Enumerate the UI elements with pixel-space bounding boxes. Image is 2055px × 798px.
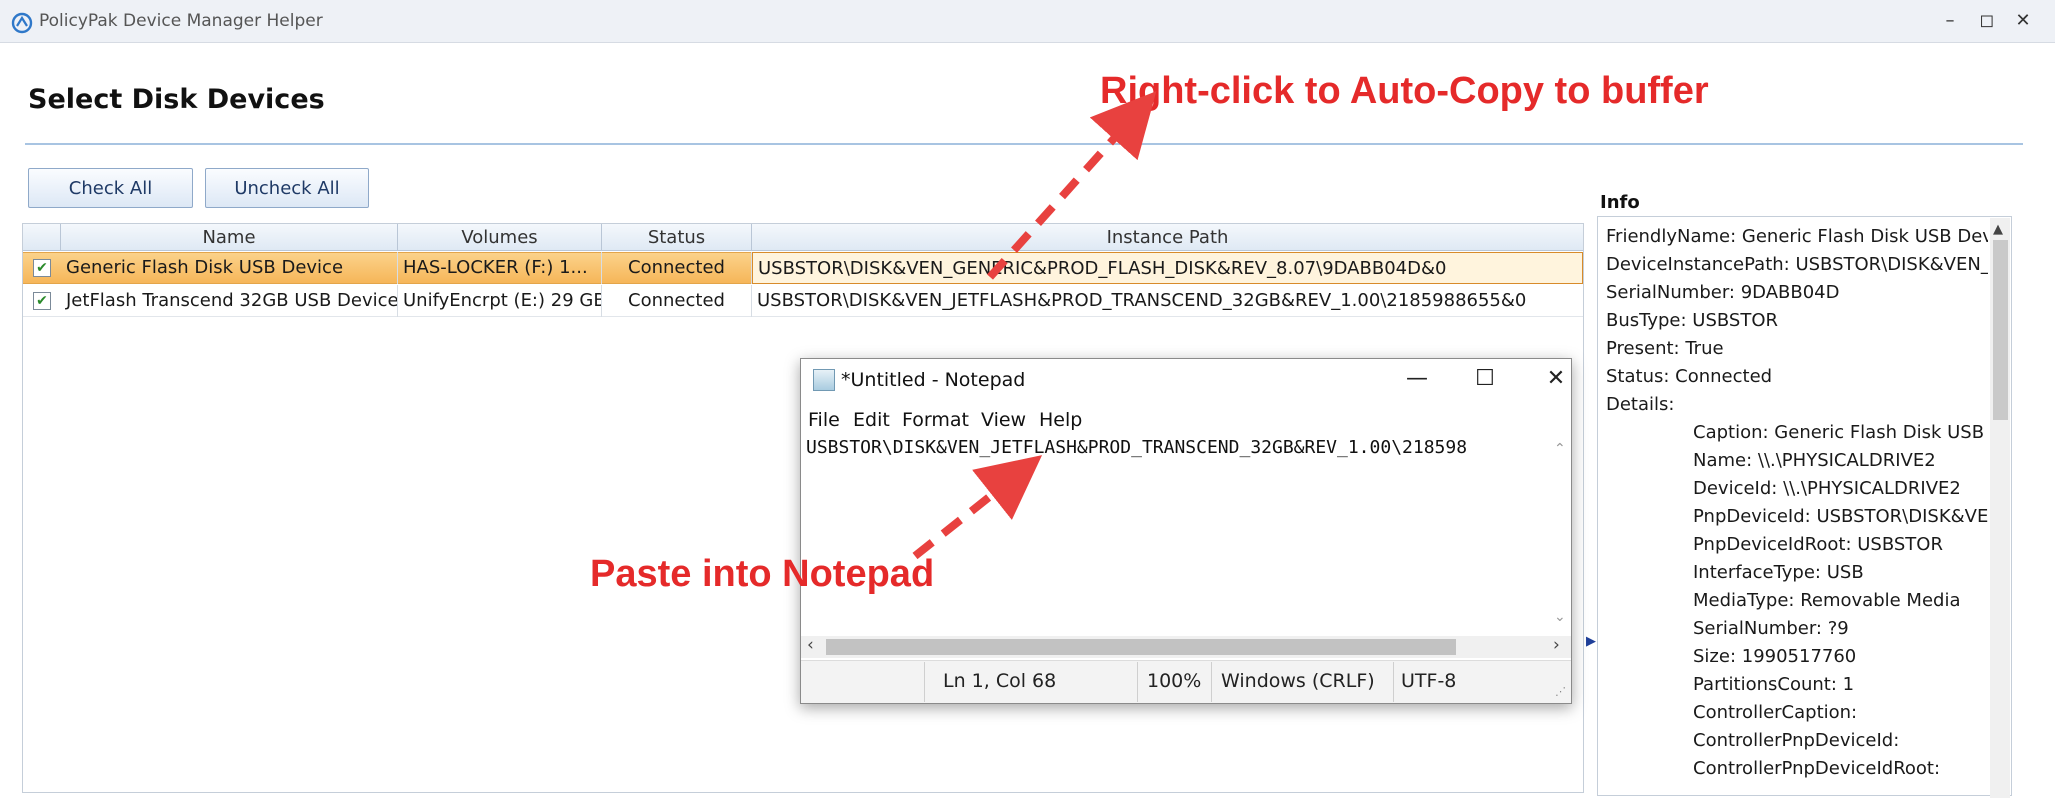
arrow-to-instance-path <box>987 91 1157 280</box>
arrow-to-notepad <box>912 455 1043 560</box>
annotation-arrows <box>912 91 1157 560</box>
